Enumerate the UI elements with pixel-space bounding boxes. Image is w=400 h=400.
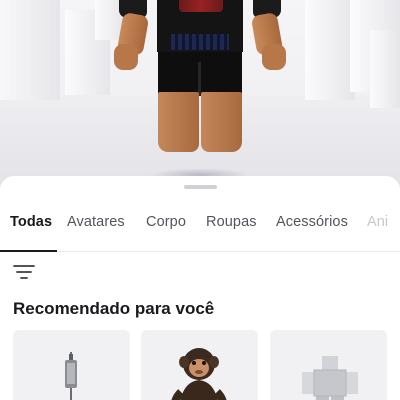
blocky-avatar-icon — [302, 356, 358, 400]
cable-accessory-icon — [65, 352, 77, 400]
monkey-avatar-icon — [171, 348, 227, 400]
avatar-hand-left — [114, 44, 138, 70]
filter-button[interactable] — [12, 260, 36, 284]
tab-todas[interactable]: Todas — [10, 214, 52, 230]
tab-divider — [0, 251, 400, 252]
avatar-figure — [0, 0, 400, 185]
avatar-leg-right — [201, 92, 242, 152]
recommended-item[interactable] — [141, 330, 258, 400]
catalog-sheet: Todas Avatares Corpo Roupas Acessórios A… — [0, 176, 400, 400]
active-tab-indicator — [0, 250, 57, 252]
filter-icon — [13, 265, 35, 279]
tab-roupas[interactable]: Roupas — [206, 214, 257, 230]
recommended-item[interactable] — [13, 330, 130, 400]
recommended-list — [0, 330, 400, 400]
avatar-preview-scene[interactable] — [0, 0, 400, 185]
avatar-torso — [157, 0, 243, 52]
tab-animacoes[interactable]: Ani — [367, 214, 388, 230]
avatar-shorts — [158, 52, 242, 96]
tab-corpo[interactable]: Corpo — [146, 214, 186, 230]
tab-acessorios[interactable]: Acessórios — [276, 214, 348, 230]
avatar-leg-left — [158, 92, 199, 152]
section-title: Recomendado para você — [13, 299, 215, 318]
avatar-hand-right — [262, 44, 286, 70]
category-tabs: Todas Avatares Corpo Roupas Acessórios A… — [0, 214, 400, 240]
recommended-item[interactable] — [270, 330, 387, 400]
tab-avatares[interactable]: Avatares — [67, 214, 125, 230]
shirt-logo — [179, 0, 223, 12]
sheet-drag-handle[interactable] — [184, 185, 217, 189]
shirt-print — [171, 34, 229, 50]
